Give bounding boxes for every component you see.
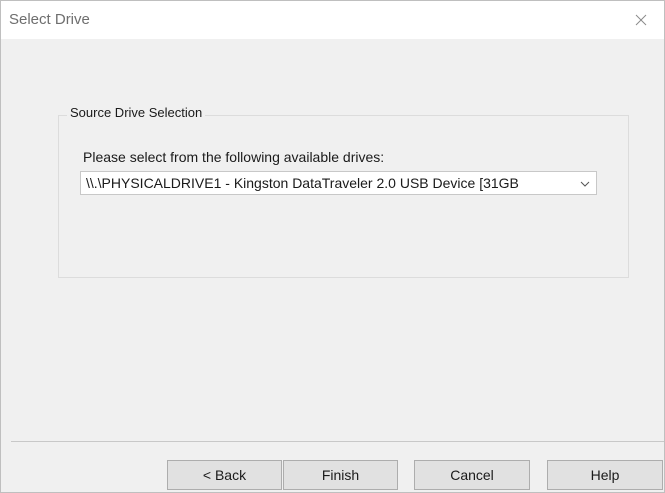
chevron-down-icon: [580, 181, 590, 187]
drive-prompt-label: Please select from the following availab…: [83, 149, 385, 165]
drive-select[interactable]: \\.\PHYSICALDRIVE1 - Kingston DataTravel…: [80, 171, 597, 195]
drive-select-value: \\.\PHYSICALDRIVE1 - Kingston DataTravel…: [86, 175, 519, 191]
close-icon: [635, 14, 647, 26]
help-button[interactable]: Help: [547, 460, 663, 490]
source-drive-groupbox: [58, 115, 629, 278]
cancel-button[interactable]: Cancel: [414, 460, 530, 490]
groupbox-legend: Source Drive Selection: [67, 105, 206, 120]
finish-button[interactable]: Finish: [283, 460, 398, 490]
window-title: Select Drive: [9, 11, 90, 28]
title-bar: Select Drive: [1, 1, 664, 39]
back-button[interactable]: < Back: [167, 460, 282, 490]
select-drive-dialog: Select Drive Source Drive Selection Plea…: [0, 0, 665, 493]
close-button[interactable]: [618, 1, 664, 39]
footer-separator: [11, 441, 664, 442]
